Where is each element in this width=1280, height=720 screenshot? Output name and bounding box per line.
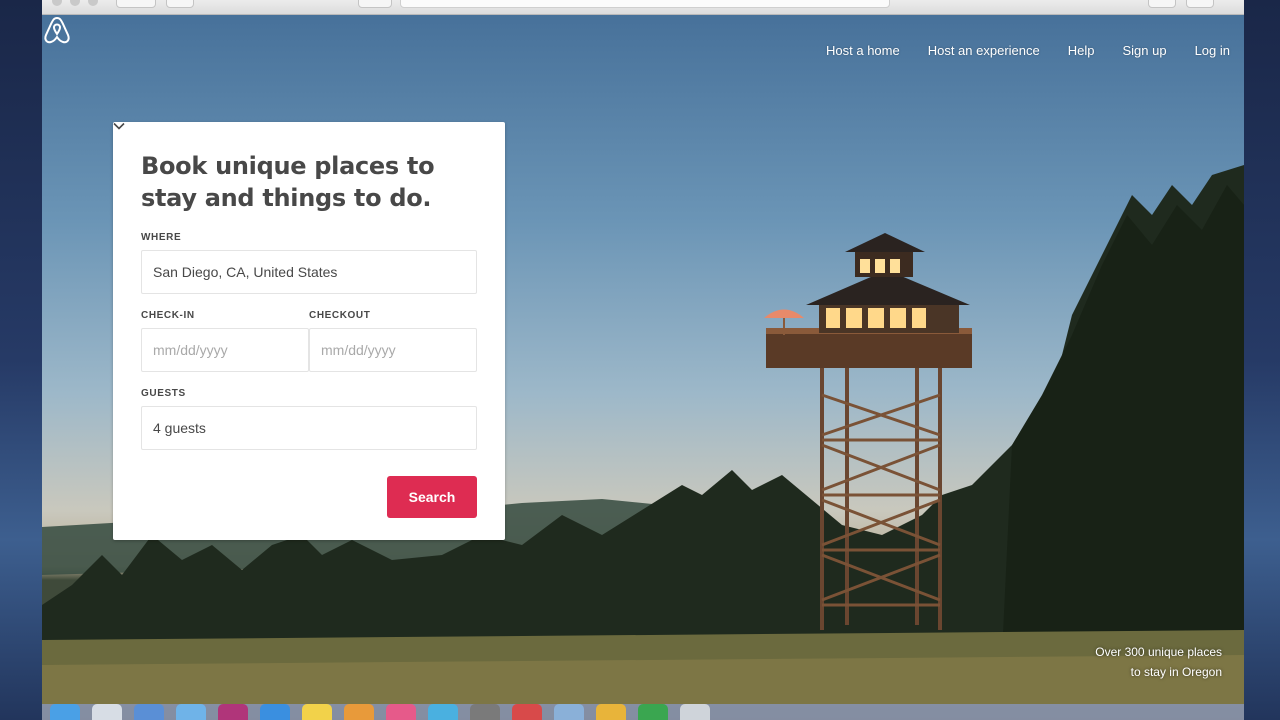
guests-select[interactable]: 4 guests	[113, 122, 477, 450]
sidebar-toggle-button[interactable]	[166, 0, 194, 8]
close-window-button[interactable]	[52, 0, 62, 6]
hero-caption-line1: Over 300 unique places	[1095, 645, 1222, 659]
desktop-wallpaper-left	[0, 0, 42, 720]
maps-icon[interactable]	[512, 704, 542, 720]
checkin-label: CHECK-IN	[141, 310, 195, 321]
preview-icon[interactable]	[470, 704, 500, 720]
macos-dock	[42, 704, 1244, 720]
checkin-input[interactable]: mm/dd/yyyy	[141, 328, 309, 372]
itunes-icon[interactable]	[218, 704, 248, 720]
finder-icon[interactable]	[50, 704, 80, 720]
checkout-placeholder: mm/dd/yyyy	[321, 342, 396, 358]
messages-icon[interactable]	[428, 704, 458, 720]
chevron-down-icon	[113, 122, 125, 130]
minimize-window-button[interactable]	[70, 0, 80, 6]
music-icon[interactable]	[386, 704, 416, 720]
checkin-placeholder: mm/dd/yyyy	[153, 342, 228, 358]
safari-icon[interactable]	[92, 704, 122, 720]
guests-value: 4 guests	[153, 420, 206, 436]
browser-window: Host a home Host an experience Help Sign…	[42, 0, 1244, 704]
hero-caption[interactable]: Over 300 unique places to stay in Oregon	[1095, 642, 1222, 682]
mail-icon[interactable]	[134, 704, 164, 720]
pages-icon[interactable]	[554, 704, 584, 720]
desktop-wallpaper-right	[1244, 0, 1280, 720]
nav-host-an-experience[interactable]: Host an experience	[928, 43, 1040, 58]
browser-toolbar	[42, 0, 1244, 15]
top-navigation: Host a home Host an experience Help Sign…	[798, 43, 1230, 58]
nav-sign-up[interactable]: Sign up	[1122, 43, 1166, 58]
guests-label: GUESTS	[141, 388, 186, 399]
numbers-icon[interactable]	[596, 704, 626, 720]
booking-card: Book unique places to stay and things to…	[113, 122, 505, 540]
checkout-input[interactable]: mm/dd/yyyy	[309, 328, 477, 372]
nav-log-in[interactable]: Log in	[1195, 43, 1230, 58]
trash-icon[interactable]	[680, 704, 710, 720]
hero-background: Host a home Host an experience Help Sign…	[42, 15, 1244, 704]
appstore-icon[interactable]	[260, 704, 290, 720]
back-forward-buttons[interactable]	[116, 0, 156, 8]
checkout-label: CHECKOUT	[309, 310, 371, 321]
calendar-icon[interactable]	[176, 704, 206, 720]
hero-caption-line2: to stay in Oregon	[1130, 665, 1222, 679]
where-label: WHERE	[141, 232, 182, 243]
notes-icon[interactable]	[302, 704, 332, 720]
where-input[interactable]: San Diego, CA, United States	[141, 250, 477, 294]
photos-icon[interactable]	[344, 704, 374, 720]
reader-button[interactable]	[358, 0, 392, 8]
nav-help[interactable]: Help	[1068, 43, 1095, 58]
where-value: San Diego, CA, United States	[153, 264, 338, 280]
airbnb-logo-icon[interactable]	[42, 15, 72, 45]
share-button[interactable]	[1148, 0, 1176, 8]
nav-host-a-home[interactable]: Host a home	[826, 43, 900, 58]
tabs-button[interactable]	[1186, 0, 1214, 8]
address-bar[interactable]	[400, 0, 890, 8]
search-button[interactable]: Search	[387, 476, 477, 518]
booking-title: Book unique places to stay and things to…	[141, 152, 435, 212]
keynote-icon[interactable]	[638, 704, 668, 720]
maximize-window-button[interactable]	[88, 0, 98, 6]
